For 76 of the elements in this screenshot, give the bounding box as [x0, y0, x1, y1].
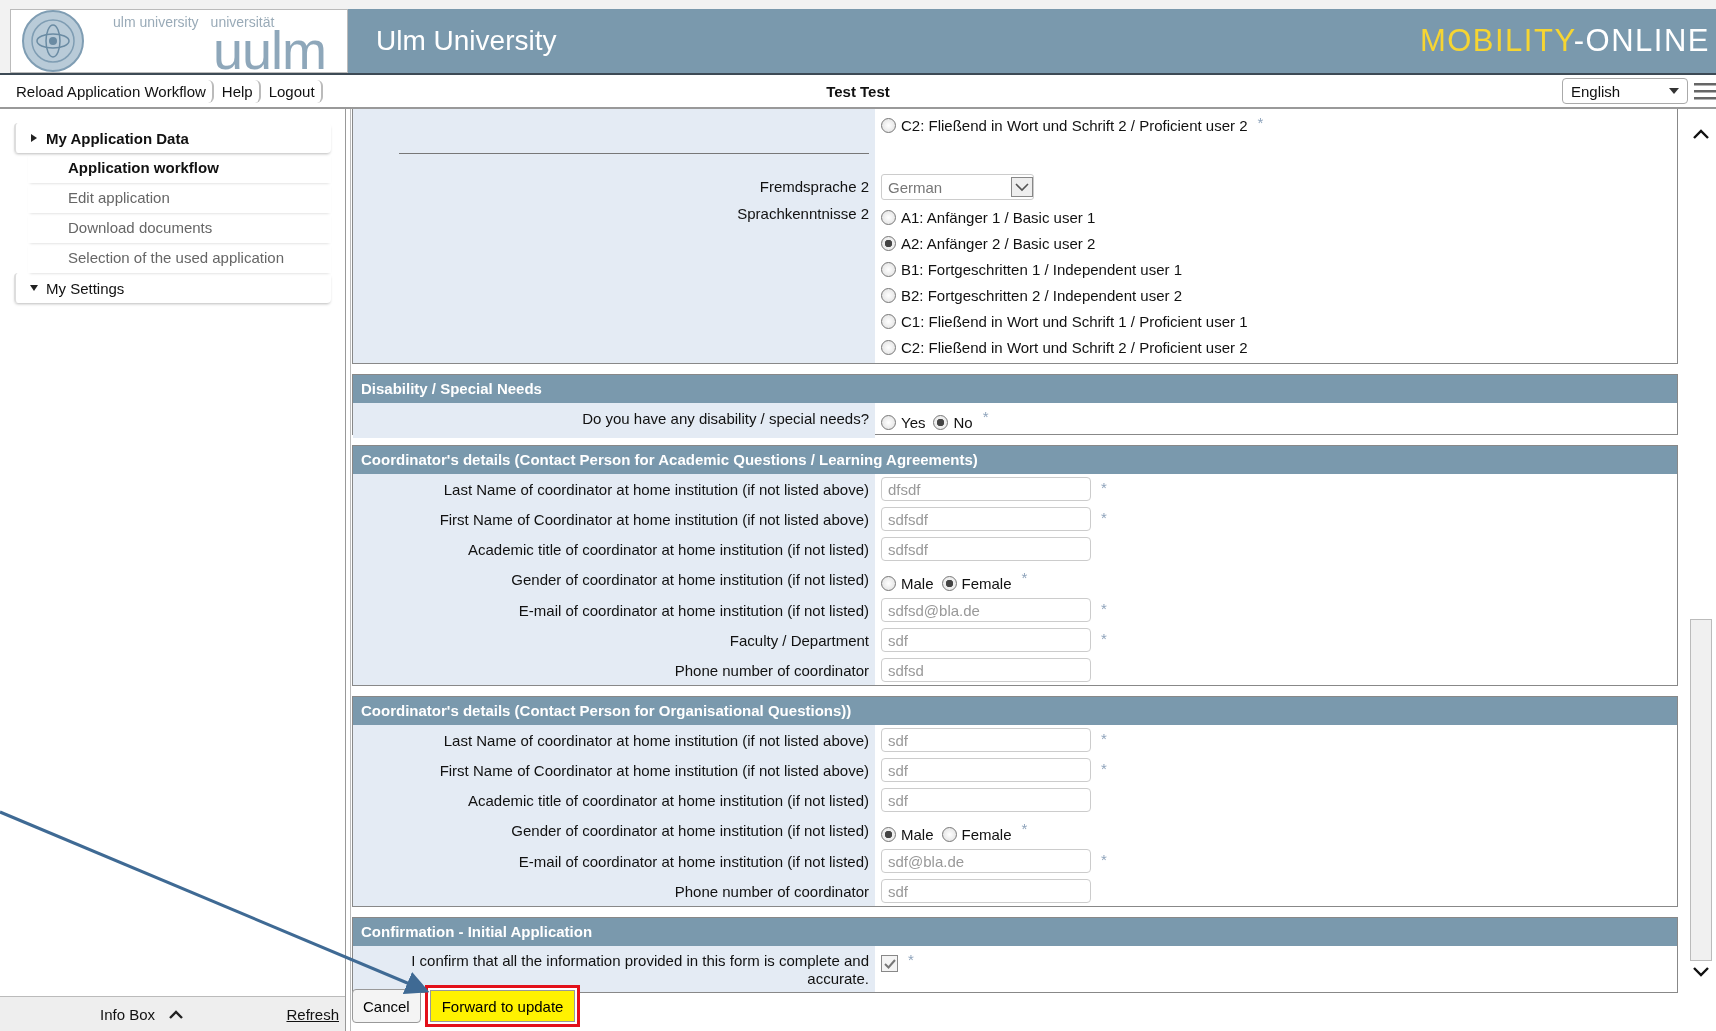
section-title: Coordinator's details (Contact Person for Organisational Questions))	[353, 697, 1677, 725]
toolbar-link[interactable]: Help	[215, 79, 261, 103]
required-mark: *	[1101, 599, 1107, 617]
chevron-down-icon	[1011, 177, 1033, 197]
radio-option[interactable]: C1: Fließend in Wort und Schrift 1 / Proficient user 1	[881, 308, 1248, 334]
radio-option[interactable]: Male	[881, 821, 934, 847]
refresh-link[interactable]: Refresh	[286, 1005, 339, 1023]
required-mark: *	[1257, 113, 1264, 131]
field-label: E-mail of coordinator at home institution (if not listed)	[518, 852, 869, 870]
field-label: Last Name of coordinator at home institution (if not listed above)	[443, 731, 869, 749]
required-mark: *	[1101, 478, 1107, 496]
radio-option[interactable]: No	[933, 409, 973, 435]
radio-option[interactable]: B1: Fortgeschritten 1 / Independent user 1	[881, 256, 1248, 282]
radio-option[interactable]: B2: Fortgeschritten 2 / Independent user 2	[881, 282, 1248, 308]
field-label: Sprachkenntnisse 2	[737, 204, 869, 222]
site-title: Ulm University	[376, 25, 557, 57]
cancel-button[interactable]: Cancel	[352, 989, 421, 1023]
menu-icon[interactable]	[1694, 81, 1716, 101]
radio-option[interactable]: Male	[881, 570, 934, 596]
toolbar-link[interactable]: Reload Application Workflow	[10, 79, 214, 103]
forward-button[interactable]: Forward to update	[424, 985, 581, 1027]
logo-caption: universität	[210, 14, 275, 30]
scrollbar-thumb[interactable]	[1690, 619, 1712, 961]
radio-option[interactable]: Female	[941, 821, 1012, 847]
field-label: Academic title of coordinator at home institution (if not listed)	[467, 540, 869, 558]
field-label: Gender of coordinator at home institution (if not listed)	[511, 821, 869, 839]
field-label: First Name of Coordinator at home institution (if not listed above)	[439, 761, 869, 779]
user-name: Test Test	[825, 82, 891, 100]
field-label: E-mail of coordinator at home institution (if not listed)	[518, 601, 869, 619]
logo-wordmark: uulm	[213, 30, 327, 70]
checkbox[interactable]	[881, 955, 898, 972]
logo-caption: ulm university	[113, 14, 199, 30]
section-title: Confirmation - Initial Application	[353, 918, 1677, 946]
toolbar-link[interactable]: Logout	[262, 79, 323, 103]
required-mark: *	[908, 950, 914, 968]
field-label: Gender of coordinator at home institution (if not listed)	[511, 570, 869, 588]
required-mark: *	[1101, 729, 1107, 747]
field-label: Last Name of coordinator at home institution (if not listed above)	[443, 480, 869, 498]
nav-group[interactable]: My Settings	[14, 273, 331, 303]
required-mark: *	[1101, 759, 1107, 777]
select-dropdown[interactable]: German	[881, 174, 1034, 200]
required-mark: *	[982, 407, 989, 425]
sidebar-item[interactable]: Selection of the used application	[28, 243, 331, 273]
radio-option[interactable]: C2: Fließend in Wort und Schrift 2 / Proficient user 2	[881, 112, 1248, 138]
required-mark: *	[1021, 568, 1028, 586]
nav-group[interactable]: My Application Data	[14, 123, 331, 153]
chevron-up-icon[interactable]	[1693, 129, 1709, 139]
required-mark: *	[1101, 850, 1107, 868]
seal-icon	[21, 9, 85, 73]
field-label: Phone number of coordinator	[674, 882, 869, 900]
radio-option[interactable]: Yes	[881, 409, 926, 435]
field-label: Fremdsprache 2	[759, 177, 869, 195]
info-box-label: Info Box	[100, 1005, 156, 1023]
radio-option[interactable]: A2: Anfänger 2 / Basic user 2	[881, 230, 1248, 256]
required-mark: *	[1101, 508, 1107, 526]
field-label: Academic title of coordinator at home institution (if not listed)	[467, 791, 869, 809]
sidebar-item[interactable]: Application workflow	[28, 153, 331, 183]
brand-logo: MOBILITY-ONLINE	[1419, 23, 1710, 59]
caret-icon	[1669, 88, 1679, 94]
required-mark: *	[1021, 819, 1028, 837]
section-title: Disability / Special Needs	[353, 375, 1677, 403]
field-label: First Name of Coordinator at home institution (if not listed above)	[439, 510, 869, 528]
field-label: I confirm that all the information provided in this form is complete and accurate.	[410, 951, 869, 988]
sidebar-item[interactable]: Edit application	[28, 183, 331, 213]
required-mark: *	[1101, 629, 1107, 647]
field-label: Faculty / Department	[729, 631, 869, 649]
radio-option[interactable]: A1: Anfänger 1 / Basic user 1	[881, 204, 1248, 230]
field-label: Do you have any disability / special needs?	[582, 409, 869, 427]
field-label: Phone number of coordinator	[674, 661, 869, 679]
chevron-down-icon[interactable]	[1693, 967, 1709, 977]
section-title: Coordinator's details (Contact Person for Academic Questions / Learning Agreements)	[353, 446, 1677, 474]
sidebar-item[interactable]: Download documents	[28, 213, 331, 243]
radio-option[interactable]: C2: Fließend in Wort und Schrift 2 / Proficient user 2	[881, 334, 1248, 360]
chevron-up-icon[interactable]	[169, 1009, 184, 1019]
radio-option[interactable]: Female	[941, 570, 1012, 596]
language-dropdown[interactable]: English	[1562, 78, 1688, 104]
